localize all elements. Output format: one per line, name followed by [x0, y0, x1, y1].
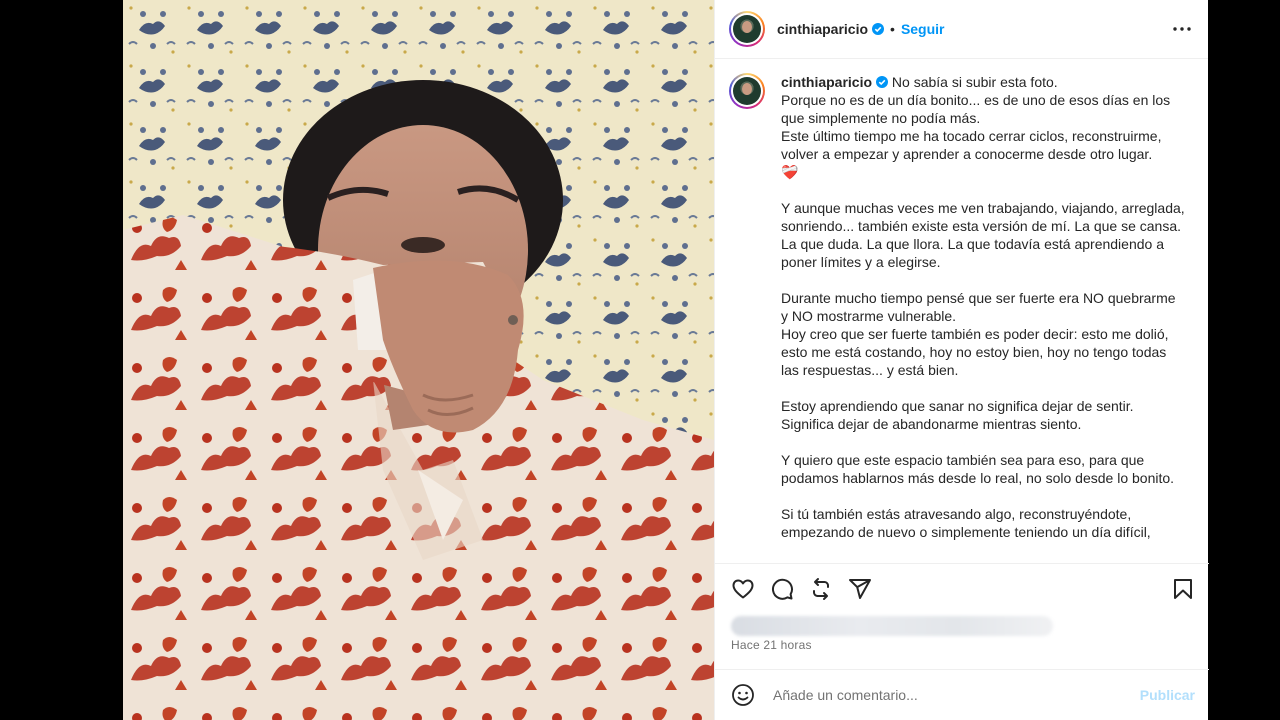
caption-first-line: No sabía si subir esta foto.	[891, 74, 1058, 90]
author-avatar[interactable]	[729, 11, 765, 47]
post-actions-bar	[715, 563, 1209, 613]
caption-paragraph-4: Estoy aprendiendo que sanar no significa…	[781, 398, 1134, 432]
caption-paragraph-2: Y aunque muchas veces me ven trabajando,…	[781, 200, 1189, 270]
follow-button[interactable]: Seguir	[901, 21, 945, 37]
caption-author-avatar[interactable]	[729, 73, 765, 109]
more-options-icon[interactable]	[1170, 17, 1194, 41]
post-details-pane: cinthiaparicio • Seguir cinthiaparicio N…	[714, 0, 1209, 720]
caption-username[interactable]: cinthiaparicio	[781, 74, 872, 90]
instagram-post: cinthiaparicio • Seguir cinthiaparicio N…	[123, 0, 1209, 720]
emoji-icon[interactable]	[731, 683, 755, 707]
comment-input[interactable]	[771, 686, 1140, 704]
comment-bar: Publicar	[715, 669, 1209, 720]
caption-paragraph-3: Durante mucho tiempo pensé que ser fuert…	[781, 290, 1176, 378]
caption-text: cinthiaparicio No sabía si subir esta fo…	[781, 73, 1185, 541]
publish-button[interactable]: Publicar	[1140, 687, 1195, 703]
bookmark-icon[interactable]	[1171, 577, 1195, 601]
share-icon[interactable]	[848, 577, 872, 601]
post-timestamp[interactable]: Hace 21 horas	[731, 638, 812, 652]
header-separator: •	[890, 21, 895, 37]
caption-paragraph-6: Si tú también estás atravesando algo, re…	[781, 506, 1151, 540]
caption-paragraph-5: Y quiero que este espacio también sea pa…	[781, 452, 1175, 486]
comment-icon[interactable]	[770, 577, 794, 601]
post-photo[interactable]	[123, 0, 714, 720]
post-photo-illustration	[123, 0, 714, 720]
caption-paragraph-1: Porque no es de un día bonito... es de u…	[781, 92, 1171, 162]
likes-summary-blurred	[731, 616, 1053, 636]
author-username[interactable]: cinthiaparicio	[777, 21, 868, 37]
post-header: cinthiaparicio • Seguir	[715, 0, 1208, 59]
caption-verified-badge-icon	[876, 76, 889, 88]
repost-icon[interactable]	[809, 577, 833, 601]
mending-heart-icon: ❤️‍🩹	[781, 164, 799, 180]
heart-icon[interactable]	[731, 577, 755, 601]
post-caption: cinthiaparicio No sabía si subir esta fo…	[715, 59, 1209, 562]
verified-badge-icon	[872, 23, 885, 35]
